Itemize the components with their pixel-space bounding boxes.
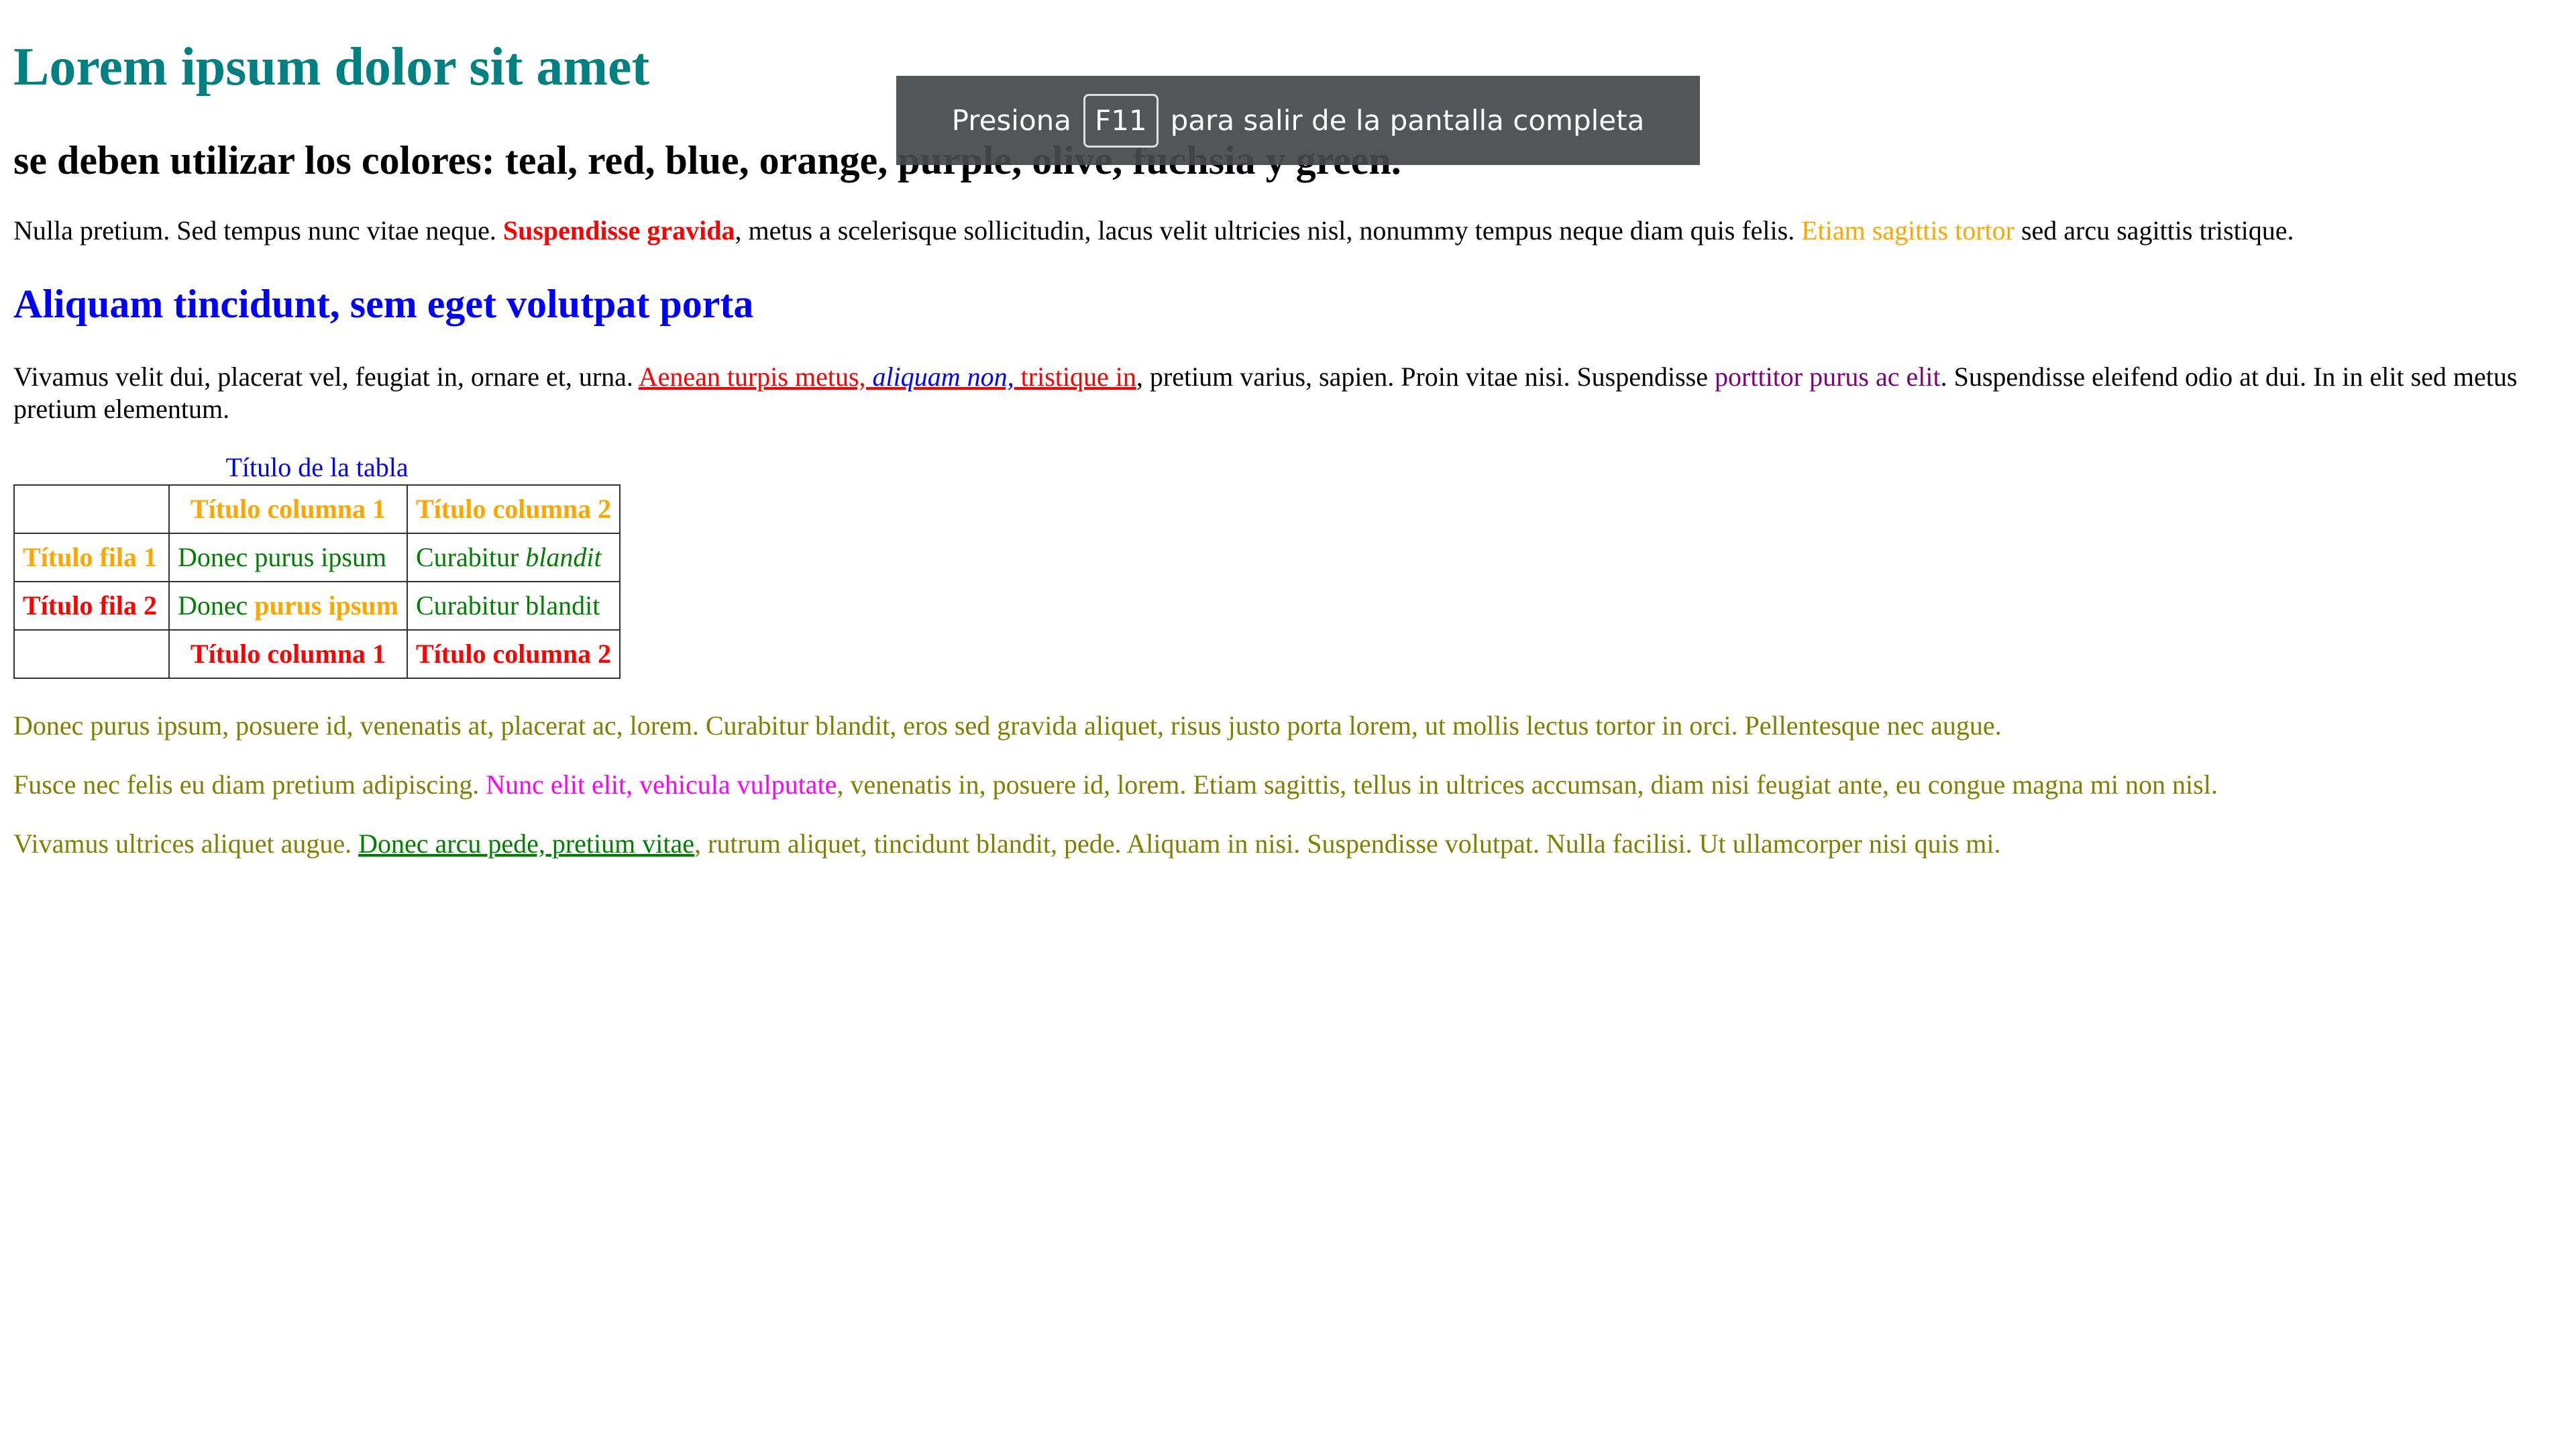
table-row2-col1: Donec purus ipsum [168,581,408,631]
paragraph-5: Vivamus ultrices aliquet augue. Donec ar… [13,828,2563,860]
paragraph-2-text-b: , pretium varius, sapien. Proin vitae ni… [1136,362,1715,392]
table-row2-title: Título fila 2 [13,581,170,631]
paragraph-1: Nulla pretium. Sed tempus nunc vitae neq… [13,215,2563,247]
paragraph-4-text-b: , venenatis in, posuere id, lorem. Etiam… [837,769,2218,800]
table-caption: Título de la tabla [225,452,409,482]
table-footer-col2: Título columna 2 [406,629,621,679]
paragraph-1-strong: Suspendisse gravida [502,215,735,246]
table-row1-title: Título fila 1 [13,533,170,582]
paragraph-1-text-b: , metus a scelerisque sollicitudin, lacu… [735,215,1802,246]
page-title: Lorem ipsum dolor sit amet [13,38,650,97]
table-row2-col2: Curabitur blandit [406,581,621,631]
table-corner-cell [13,484,170,534]
paragraph-2-text-a: Vivamus velit dui, placerat vel, feugiat… [13,362,639,392]
donec-arcu-link[interactable]: Donec arcu pede, pretium vitae [358,828,694,859]
table-row2-col1-text: Donec [178,590,255,621]
table-row1-col2-emphasis: blandit [525,542,602,572]
paragraph-4-fuchsia-text: Nunc elit elit, vehicula vulputate [486,769,837,800]
aenean-link-text-b: tristique in [1014,362,1136,392]
paragraph-1-text-a: Nulla pretium. Sed tempus nunc vitae neq… [13,215,503,246]
paragraph-4: Fusce nec felis eu diam pretium adipisci… [13,769,2563,801]
paragraph-1-text-c: sed arcu sagittis tristique. [2014,215,2294,246]
fullscreen-toast-text-after: para salir de la pantalla completa [1170,104,1645,137]
table-header-row: Título columna 1 Título columna 2 [13,484,621,534]
paragraph-1-orange-text: Etiam sagittis tortor [1801,215,2015,246]
table-row: Título fila 2 Donec purus ipsum Curabitu… [13,581,621,631]
table-header-col1: Título columna 1 [168,484,408,534]
table-row1-col2-text: Curabitur [415,542,526,572]
table-footer-corner-cell [13,629,170,679]
section-heading: Aliquam tincidunt, sem eget volutpat por… [13,282,754,326]
paragraph-2: Vivamus velit dui, placerat vel, feugiat… [13,361,2563,425]
data-table-container: Título de la tabla Título columna 1 Títu… [13,451,621,679]
table-row: Título fila 1 Donec purus ipsum Curabitu… [13,533,621,582]
paragraph-5-text-a: Vivamus ultrices aliquet augue. [13,828,359,859]
paragraph-5-text-b: , rutrum aliquet, tincidunt blandit, ped… [694,828,2001,859]
fullscreen-toast-text-before: Presiona [951,104,1072,137]
table-row2-col1-strong: purus ipsum [254,590,398,621]
table-footer-row: Título columna 1 Título columna 2 [13,629,621,679]
paragraph-2-purple-text: porttitor purus ac elit [1715,362,1941,392]
paragraph-3: Donec purus ipsum, posuere id, venenatis… [13,710,2002,741]
f11-key-badge: F11 [1083,93,1159,148]
table-row1-col2: Curabitur blandit [406,533,621,582]
paragraph-4-text-a: Fusce nec felis eu diam pretium adipisci… [13,769,486,800]
fullscreen-exit-notification: Presiona F11 para salir de la pantalla c… [896,76,1700,165]
aenean-link-emphasis: aliquam non, [872,362,1014,392]
aenean-link[interactable]: Aenean turpis metus, aliquam non, tristi… [639,362,1136,392]
table-footer-col1: Título columna 1 [168,629,408,679]
table-header-col2: Título columna 2 [406,484,621,534]
table-row1-col1: Donec purus ipsum [168,533,408,582]
data-table: Título de la tabla Título columna 1 Títu… [13,451,621,679]
aenean-link-text-a: Aenean turpis metus, [638,362,873,392]
